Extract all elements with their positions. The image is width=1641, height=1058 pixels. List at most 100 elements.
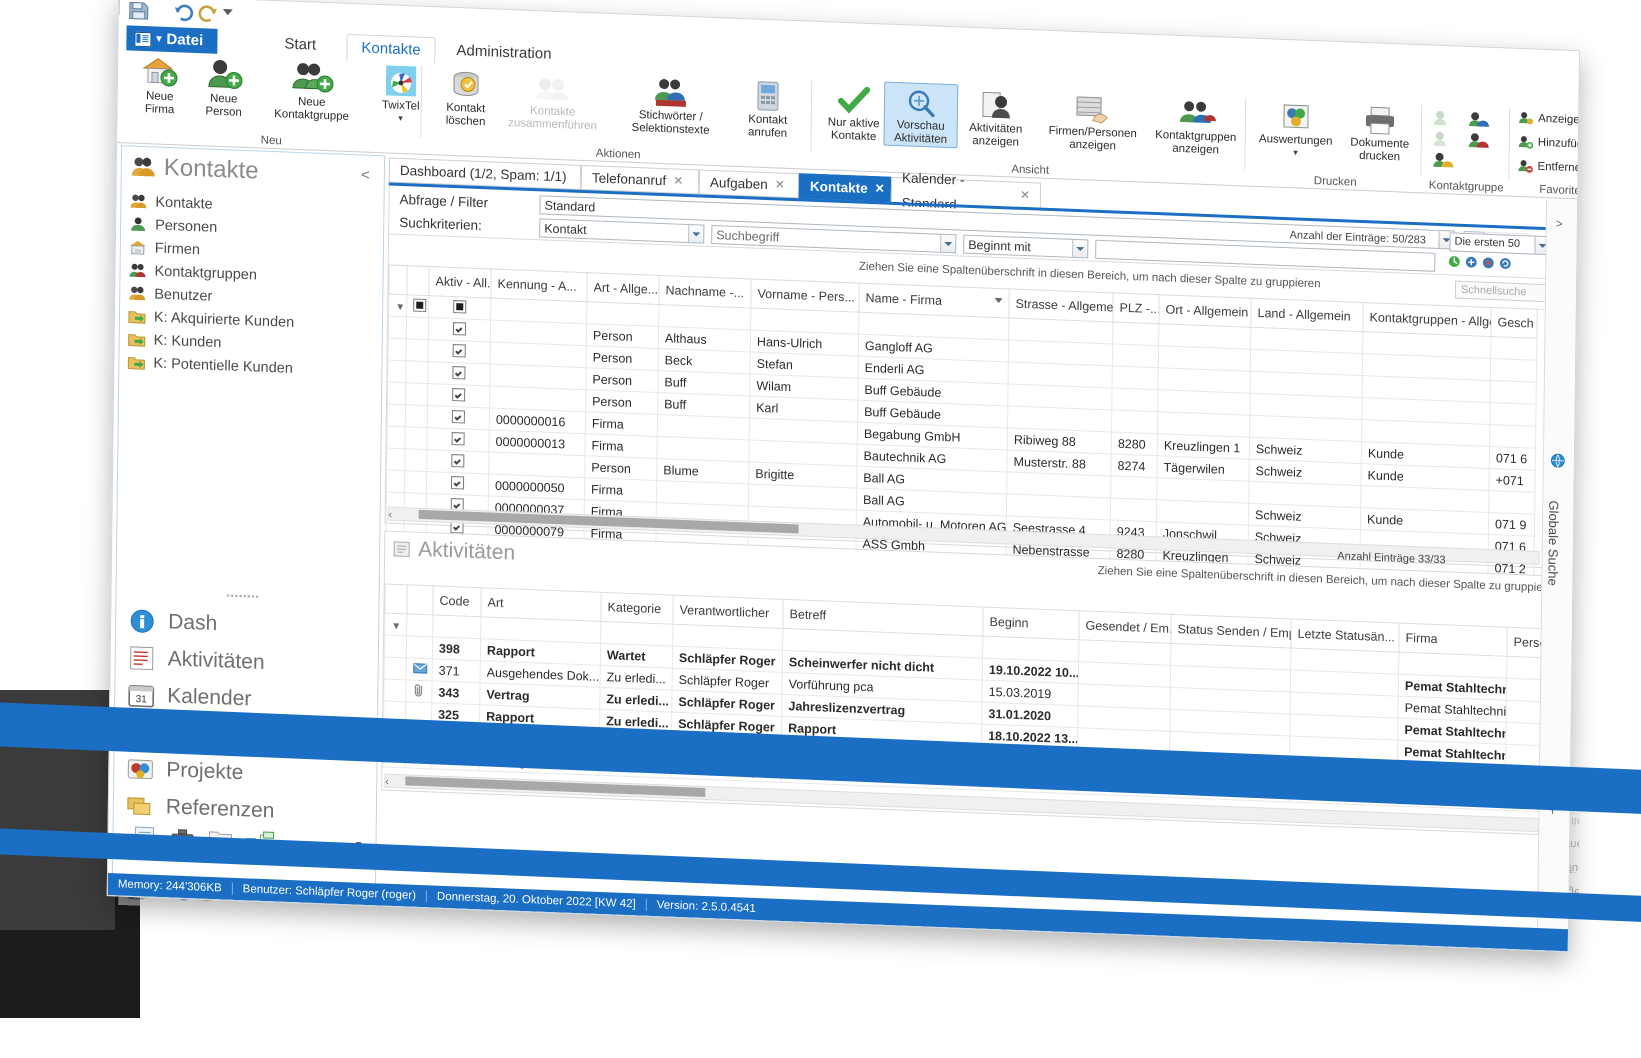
sidebar-collapse-button[interactable]: <: [361, 166, 370, 183]
sidebar-item-personen[interactable]: Personen: [129, 214, 217, 238]
grid-header-8[interactable]: Ort - Allgemein: [1158, 294, 1252, 328]
cell-art: Person: [586, 323, 659, 349]
sidebar-splitter[interactable]: ••••••••: [226, 590, 259, 601]
ribbon-button-aktivitaeten-anzeigen[interactable]: Aktivitäten anzeigen: [953, 85, 1038, 150]
row-active-checkbox[interactable]: [452, 365, 466, 380]
ribbon-button-auswertungen[interactable]: Auswertungen ▾: [1252, 97, 1341, 160]
sidebar-item-kunden[interactable]: K: Kunden: [128, 329, 222, 354]
ribbon-button-kontakt-anrufen[interactable]: Kontakt anrufen: [731, 77, 804, 142]
sidebar-item-kontaktgruppen[interactable]: Kontaktgruppen: [128, 260, 257, 286]
ribbon-button-kontakte-zusammenfuehren-label: Kontakte zusammenführen: [508, 104, 598, 133]
global-search-label[interactable]: Globale Suche: [1545, 500, 1561, 586]
sidebar-item-firmen[interactable]: Firmen: [129, 237, 200, 261]
grid-header-2[interactable]: Art - Allge...: [586, 272, 660, 305]
activities-hscroll-thumb[interactable]: [405, 776, 706, 797]
row-active-checkbox[interactable]: [451, 409, 465, 424]
act-header-1[interactable]: Art: [480, 587, 602, 622]
act-header-8[interactable]: Letzte Statusän...: [1290, 618, 1400, 653]
sidebar-module-dash[interactable]: Dash: [128, 602, 217, 642]
grid-header-3[interactable]: Nachname -...: [658, 275, 752, 309]
grid-header-11[interactable]: Gesch: [1490, 307, 1538, 339]
search-save-icon[interactable]: [1464, 255, 1478, 270]
filter-operator-dropdown[interactable]: [1073, 238, 1089, 259]
globe-search-icon[interactable]: [1550, 452, 1567, 470]
redo-icon[interactable]: [197, 2, 223, 27]
sidebar-item-kontakte[interactable]: Kontakte: [129, 191, 213, 215]
act-header-7[interactable]: Status Senden / Empfang...: [1170, 614, 1292, 648]
filter-field-dropdown[interactable]: [689, 224, 705, 244]
contactgroup-icon-2[interactable]: [1467, 110, 1499, 129]
folder-arrow-icon: [127, 355, 145, 370]
doc-tab-kontakte[interactable]: Kontakte ✕: [798, 173, 892, 202]
act-header-0[interactable]: Code: [432, 585, 482, 617]
activities-icon: [393, 541, 410, 558]
search-delete-icon[interactable]: [1481, 256, 1495, 271]
filter-funnel-icon[interactable]: ▼: [391, 620, 401, 631]
refresh-icon[interactable]: [1447, 254, 1461, 269]
row-active-checkbox[interactable]: [450, 475, 465, 490]
grid-header-10[interactable]: Kontaktgruppen - Allgemein: [1362, 302, 1492, 337]
act-header-2[interactable]: Kategorie: [600, 592, 674, 625]
close-icon[interactable]: ✕: [875, 176, 885, 201]
grid-header-1[interactable]: Kennung - A...: [490, 268, 588, 302]
tab-kontakte[interactable]: Kontakte: [346, 33, 436, 66]
ribbon-button-neue-kontaktgruppe[interactable]: Neue Kontaktgruppe: [251, 58, 372, 125]
ribbon-item-favoriten-hinzufuegen[interactable]: Hinzufügen: [1518, 135, 1580, 152]
tab-start[interactable]: Start: [270, 31, 330, 59]
row-active-checkbox[interactable]: [452, 343, 466, 358]
undo-icon[interactable]: [173, 1, 199, 26]
ribbon-button-vorschau-aktivitaeten[interactable]: Vorschau Aktivitäten: [883, 81, 959, 149]
ribbon-button-kontakt-loeschen[interactable]: Kontakt löschen: [429, 65, 502, 130]
close-icon[interactable]: ✕: [673, 168, 683, 193]
act-header-3[interactable]: Verantwortlicher: [672, 595, 784, 629]
grid-header-5[interactable]: Name - Firma: [858, 283, 1010, 318]
doc-tab-aufgaben[interactable]: Aufgaben ✕: [698, 169, 800, 199]
sidebar-module-referenzen[interactable]: Referenzen: [126, 787, 275, 830]
grid-header-6[interactable]: Strasse - Allgemein: [1008, 288, 1114, 322]
contactgroup-icon-5[interactable]: [1431, 151, 1463, 170]
ribbon-button-neue-person[interactable]: Neue Person: [187, 56, 260, 121]
sidebar-module-projekte[interactable]: Projekte: [126, 750, 244, 792]
close-icon[interactable]: ✕: [1020, 182, 1030, 207]
close-icon[interactable]: ✕: [775, 172, 785, 197]
act-header-6[interactable]: Gesendet / Em...: [1078, 610, 1172, 644]
save-icon[interactable]: [127, 0, 153, 24]
scroll-left-icon[interactable]: ‹: [385, 777, 388, 788]
select-all-checkbox[interactable]: [413, 298, 427, 312]
grid-header-0[interactable]: Aktiv - All...: [428, 266, 492, 298]
filter-operator-select[interactable]: Beginnt mit: [963, 234, 1074, 258]
search-refresh-icon[interactable]: [1498, 256, 1512, 271]
ribbon-button-dokumente-drucken[interactable]: Dokumente drucken: [1339, 100, 1420, 165]
act-header-9[interactable]: Firma: [1398, 623, 1508, 657]
sidebar-item-potentielle-kunden[interactable]: K: Potentielle Kunden: [127, 352, 293, 379]
ribbon-item-favoriten-entfernen[interactable]: Entfernen: [1517, 159, 1580, 176]
grid-header-4[interactable]: Vorname - Pers...: [750, 279, 860, 313]
contacts-icon: [129, 194, 147, 210]
aktiv-filter-checkbox[interactable]: [453, 299, 467, 314]
filter-funnel-icon[interactable]: ▼: [395, 301, 405, 312]
contacts-icon: [130, 156, 156, 179]
ribbon-button-stichwoerter[interactable]: Stichwörter / Selektionstexte: [615, 72, 726, 138]
contactgroup-icon-1[interactable]: [1432, 109, 1464, 128]
contactgroup-icon-4[interactable]: [1467, 131, 1499, 150]
grid-header-7[interactable]: PLZ -...: [1112, 292, 1160, 324]
ribbon-button-firmen-personen-anzeigen[interactable]: Firmen/Personen anzeigen: [1037, 88, 1148, 154]
grid-header-9[interactable]: Land - Allgemein: [1250, 298, 1364, 332]
contactgroup-icon-3[interactable]: [1432, 130, 1464, 149]
act-header-5[interactable]: Beginn: [982, 607, 1080, 640]
sidebar-module-aktivitaeten[interactable]: Aktivitäten: [127, 639, 265, 681]
row-active-checkbox[interactable]: [452, 387, 466, 402]
filter-term-dropdown[interactable]: [941, 233, 957, 254]
expand-icon[interactable]: >: [1556, 216, 1563, 230]
row-active-checkbox[interactable]: [451, 431, 465, 446]
row-active-checkbox[interactable]: [452, 321, 467, 336]
sidebar-module-referenzen-label: Referenzen: [165, 794, 275, 822]
scroll-left-icon[interactable]: ‹: [389, 510, 392, 521]
sidebar-item-benutzer[interactable]: Benutzer: [128, 283, 212, 307]
ribbon-item-favoriten-anzeigen[interactable]: Anzeigen: [1518, 111, 1580, 128]
ribbon-button-neue-firma[interactable]: Neue Firma: [123, 53, 196, 118]
page-size-select[interactable]: Die ersten 50: [1449, 232, 1536, 255]
ribbon-button-nur-aktive-kontakte[interactable]: Nur aktive Kontakte: [817, 80, 890, 145]
row-active-checkbox[interactable]: [451, 453, 465, 468]
ribbon-button-kontaktgruppen-anzeigen[interactable]: Kontaktgruppen anzeigen: [1147, 93, 1244, 159]
